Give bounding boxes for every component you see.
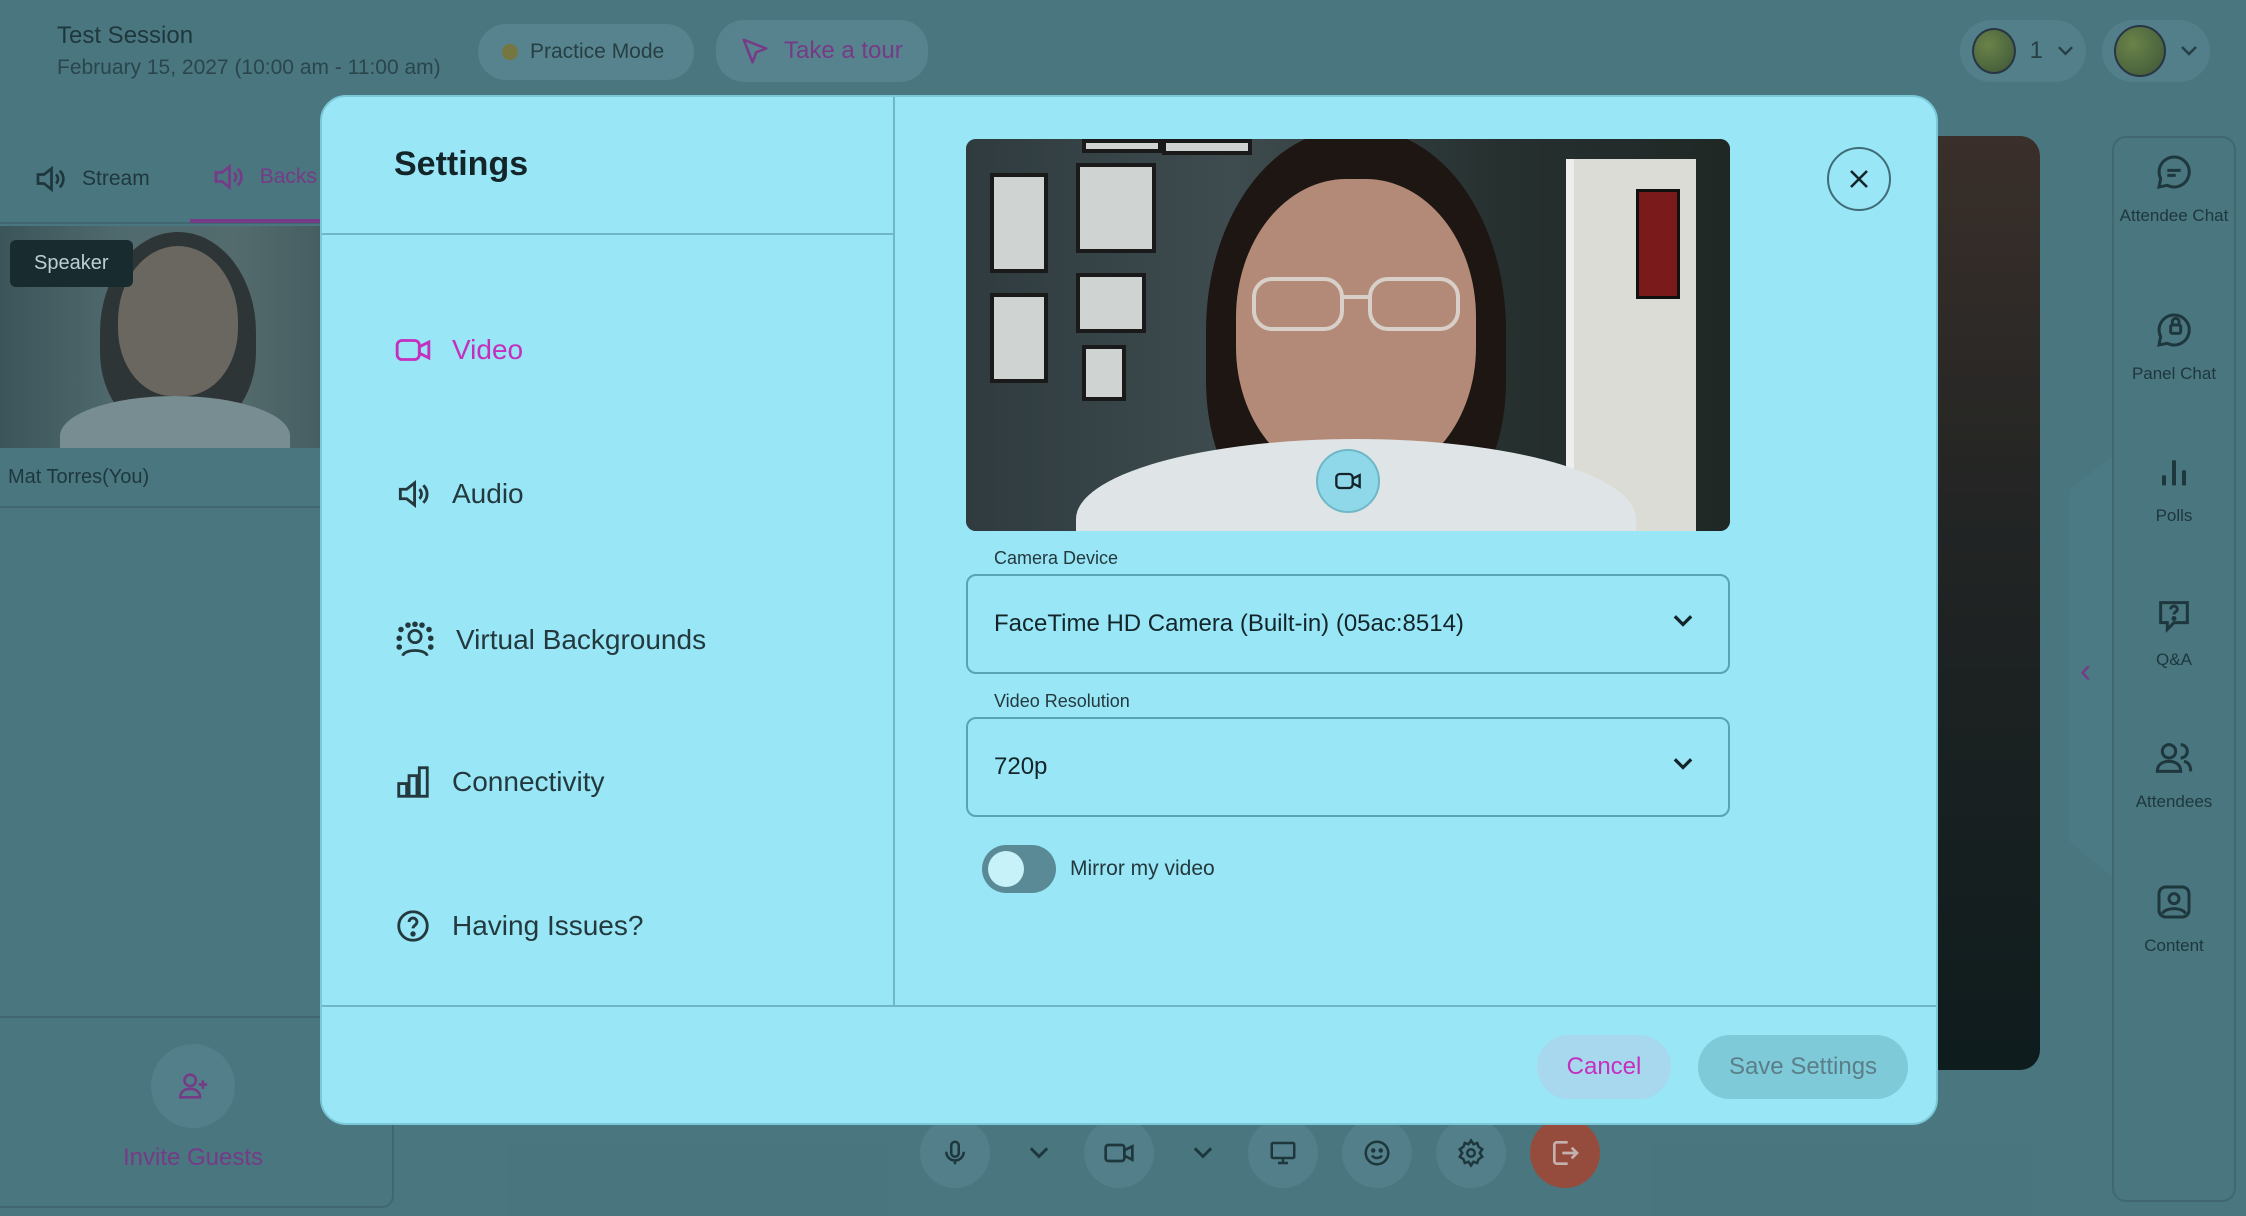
camera-preview bbox=[966, 139, 1730, 531]
close-icon bbox=[1850, 170, 1868, 188]
divider bbox=[322, 233, 895, 235]
audio-icon bbox=[398, 479, 429, 509]
save-settings-button[interactable]: Save Settings bbox=[1698, 1035, 1908, 1099]
camera-device-value: FaceTime HD Camera (Built-in) (05ac:8514… bbox=[994, 610, 1464, 637]
settings-sidebar: Settings Video Audio Virtual Backgrounds… bbox=[322, 97, 895, 1005]
close-button[interactable] bbox=[1827, 147, 1891, 211]
divider bbox=[322, 1005, 1936, 1007]
chevron-down-icon bbox=[1673, 615, 1693, 627]
nav-connectivity-label: Connectivity bbox=[452, 766, 605, 797]
settings-title: Settings bbox=[394, 145, 529, 183]
camera-device-label: Camera Device bbox=[990, 548, 1123, 569]
nav-having-issues-label: Having Issues? bbox=[452, 910, 644, 941]
cancel-button[interactable]: Cancel bbox=[1537, 1035, 1671, 1099]
video-resolution-select[interactable]: 720p bbox=[966, 717, 1730, 817]
video-icon bbox=[395, 339, 431, 361]
camera-device-select[interactable]: FaceTime HD Camera (Built-in) (05ac:8514… bbox=[966, 574, 1730, 674]
nav-audio-label: Audio bbox=[452, 478, 524, 509]
video-resolution-value: 720p bbox=[994, 753, 1048, 780]
mirror-video-label: Mirror my video bbox=[1070, 857, 1215, 880]
nav-video[interactable]: Video bbox=[394, 331, 523, 369]
mirror-video-row: Mirror my video bbox=[982, 845, 1215, 893]
virtual-backgrounds-icon bbox=[396, 621, 434, 657]
nav-virtual-backgrounds[interactable]: Virtual Backgrounds bbox=[394, 619, 706, 661]
nav-connectivity[interactable]: Connectivity bbox=[394, 763, 605, 801]
nav-video-label: Video bbox=[452, 334, 524, 365]
nav-audio[interactable]: Audio bbox=[394, 475, 524, 513]
chevron-down-icon bbox=[1673, 758, 1693, 770]
camera-icon bbox=[1335, 472, 1361, 490]
toggle-knob bbox=[988, 851, 1024, 887]
video-resolution-label: Video Resolution bbox=[990, 691, 1134, 712]
help-icon bbox=[397, 910, 429, 942]
switch-camera-button[interactable] bbox=[1316, 449, 1380, 513]
mirror-video-toggle[interactable] bbox=[982, 845, 1056, 893]
nav-virtual-backgrounds-label: Virtual Backgrounds bbox=[456, 624, 707, 655]
nav-having-issues[interactable]: Having Issues? bbox=[394, 907, 643, 945]
settings-modal: Settings Video Audio Virtual Backgrounds… bbox=[320, 95, 1938, 1125]
connectivity-icon bbox=[397, 766, 429, 798]
